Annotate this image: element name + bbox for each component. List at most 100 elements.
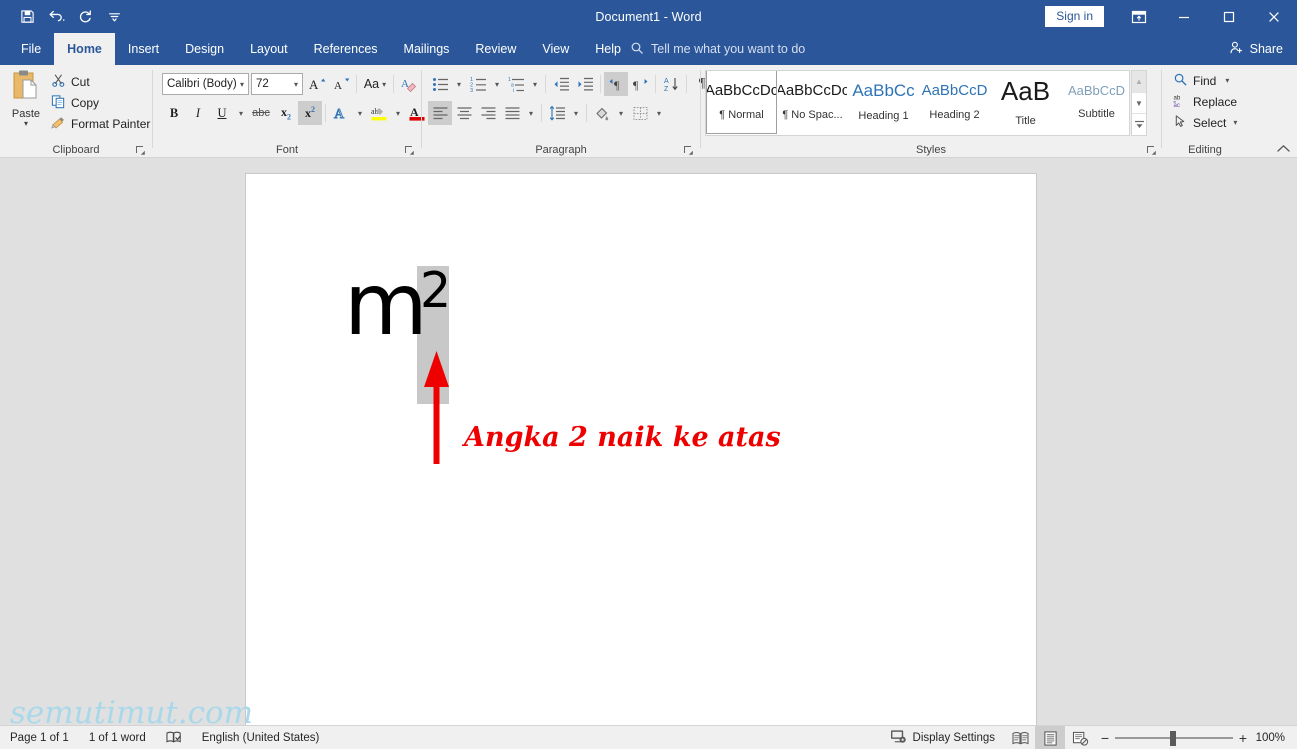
minimize-icon[interactable] (1161, 0, 1206, 33)
zoom-out-button[interactable]: − (1095, 730, 1115, 746)
font-size-combo[interactable]: 72 ▾ (251, 73, 303, 95)
shrink-font-button[interactable]: A (329, 72, 353, 96)
tab-insert[interactable]: Insert (115, 33, 172, 65)
copy-label: Copy (71, 95, 100, 110)
sort-button[interactable]: AZ (659, 72, 683, 96)
italic-button[interactable]: I (186, 101, 210, 125)
close-icon[interactable] (1251, 0, 1297, 33)
numbering-button[interactable]: 123 (466, 72, 490, 96)
align-left-button[interactable] (428, 101, 452, 125)
change-case-button[interactable]: Aa ▾ (360, 72, 390, 96)
justify-button[interactable] (500, 101, 524, 125)
numbering-dropdown[interactable]: ▾ (490, 72, 504, 96)
print-layout-button[interactable] (1035, 726, 1065, 749)
select-dropdown-caret[interactable]: ▾ (1233, 118, 1237, 127)
select-button[interactable]: Select ▾ (1170, 112, 1242, 133)
strikethrough-button[interactable]: abc (248, 101, 274, 125)
styles-scroll-down-icon[interactable]: ▼ (1132, 93, 1146, 115)
web-layout-button[interactable] (1065, 726, 1095, 749)
grow-font-button[interactable]: A (305, 72, 329, 96)
style-title[interactable]: AaB Title (990, 71, 1061, 134)
zoom-level[interactable]: 100% (1253, 732, 1297, 744)
bullets-button[interactable] (428, 72, 452, 96)
tab-layout[interactable]: Layout (237, 33, 301, 65)
shading-dropdown[interactable]: ▾ (614, 101, 628, 125)
tab-references[interactable]: References (301, 33, 391, 65)
clear-formatting-button[interactable]: A (397, 72, 421, 96)
document-page[interactable]: m 2 Angka 2 naik ke atas (245, 173, 1037, 725)
sign-in-button[interactable]: Sign in (1045, 6, 1104, 27)
center-button[interactable] (452, 101, 476, 125)
document-canvas[interactable]: m 2 Angka 2 naik ke atas semutimut.com (0, 158, 1297, 725)
style-subtitle[interactable]: AaBbCcD Subtitle (1061, 71, 1129, 134)
text-effects-dropdown[interactable]: ▾ (353, 101, 367, 125)
cut-label: Cut (71, 74, 90, 89)
cut-button[interactable]: Cut (48, 71, 155, 92)
language-indicator[interactable]: English (United States) (192, 726, 330, 749)
styles-dialog-launcher[interactable] (1146, 143, 1157, 155)
tab-home[interactable]: Home (54, 33, 115, 65)
tab-mailings[interactable]: Mailings (391, 33, 463, 65)
word-count[interactable]: 1 of 1 word (79, 726, 156, 749)
justify-dropdown[interactable]: ▾ (524, 101, 538, 125)
align-right-button[interactable] (476, 101, 500, 125)
format-painter-button[interactable]: Format Painter (48, 113, 155, 134)
svg-text:A: A (410, 105, 419, 119)
zoom-in-button[interactable]: + (1233, 730, 1253, 746)
style-heading-1[interactable]: AaBbCc Heading 1 (848, 71, 919, 134)
bullets-dropdown[interactable]: ▾ (452, 72, 466, 96)
paste-button[interactable]: Paste ▾ (6, 69, 46, 131)
subscript-button[interactable]: x2 (274, 101, 298, 125)
font-name-combo[interactable]: Calibri (Body) ▾ (162, 73, 249, 95)
paragraph-dialog-launcher[interactable] (683, 143, 694, 155)
line-and-paragraph-spacing-button[interactable] (545, 101, 569, 125)
borders-button[interactable] (628, 101, 652, 125)
zoom-slider[interactable] (1115, 726, 1233, 749)
tab-view[interactable]: View (529, 33, 582, 65)
borders-dropdown[interactable]: ▾ (652, 101, 666, 125)
superscript-button[interactable]: x2 (298, 101, 322, 125)
text-highlight-color-button[interactable]: ab (367, 101, 391, 125)
display-settings-button[interactable]: Display Settings (880, 726, 1005, 749)
copy-button[interactable]: Copy (48, 92, 155, 113)
find-button[interactable]: Find ▾ (1170, 70, 1242, 91)
paste-dropdown-caret[interactable]: ▾ (24, 120, 28, 128)
tell-me-search[interactable]: Tell me what you want to do (630, 33, 805, 65)
page-indicator[interactable]: Page 1 of 1 (0, 726, 79, 749)
tab-design[interactable]: Design (172, 33, 237, 65)
left-to-right-text-direction-button[interactable]: ¶ (604, 72, 628, 96)
shading-button[interactable] (590, 101, 614, 125)
tab-file[interactable]: File (8, 33, 54, 65)
style-no-spacing[interactable]: AaBbCcDc ¶ No Spac... (777, 71, 848, 134)
clipboard-dialog-launcher[interactable] (135, 143, 146, 155)
decrease-indent-button[interactable] (549, 72, 573, 96)
text-highlight-color-dropdown[interactable]: ▾ (391, 101, 405, 125)
find-dropdown-caret[interactable]: ▾ (1225, 76, 1229, 85)
increase-indent-button[interactable] (573, 72, 597, 96)
collapse-ribbon-icon[interactable] (1275, 140, 1291, 156)
ribbon-display-options-icon[interactable] (1116, 0, 1161, 33)
styles-more-icon[interactable] (1132, 114, 1146, 135)
bold-button[interactable]: B (162, 101, 186, 125)
proofing-errors-icon[interactable] (156, 726, 192, 749)
tab-help[interactable]: Help (582, 33, 634, 65)
style-heading-2[interactable]: AaBbCcD Heading 2 (919, 71, 990, 134)
right-to-left-text-direction-button[interactable]: ¶ (628, 72, 652, 96)
font-size-value: 72 (256, 78, 269, 90)
tab-review[interactable]: Review (462, 33, 529, 65)
multilevel-list-button[interactable]: 1ai (504, 72, 528, 96)
font-dialog-launcher[interactable] (404, 143, 415, 155)
underline-button[interactable]: U (210, 101, 234, 125)
style-normal[interactable]: AaBbCcDc ¶ Normal (706, 71, 777, 134)
maximize-icon[interactable] (1206, 0, 1251, 33)
multilevel-list-dropdown[interactable]: ▾ (528, 72, 542, 96)
share-button[interactable]: Share (1229, 33, 1283, 65)
line-spacing-dropdown[interactable]: ▾ (569, 101, 583, 125)
zoom-slider-thumb[interactable] (1170, 730, 1176, 746)
read-mode-button[interactable] (1005, 726, 1035, 749)
underline-dropdown[interactable]: ▾ (234, 101, 248, 125)
text-effects-button[interactable]: A (329, 101, 353, 125)
styles-scroll-up-icon[interactable]: ▲ (1132, 71, 1146, 93)
scissors-icon (51, 73, 66, 91)
replace-button[interactable]: ab ac Replace (1170, 91, 1242, 112)
